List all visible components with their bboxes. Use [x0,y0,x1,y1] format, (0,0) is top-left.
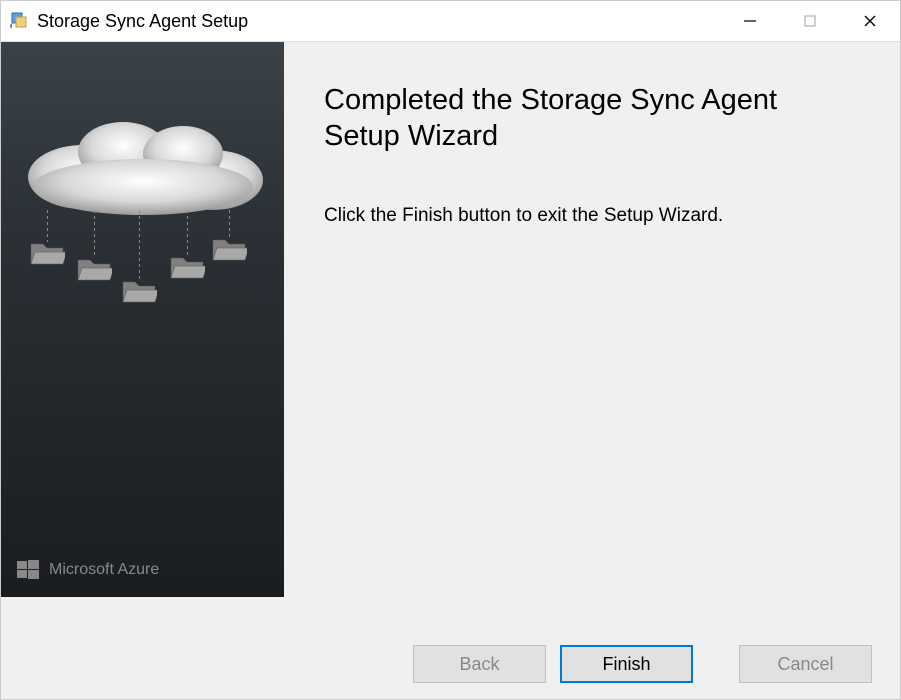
wizard-body-text: Click the Finish button to exit the Setu… [324,203,860,230]
cancel-button: Cancel [739,645,872,683]
content-area: Microsoft Azure Completed the Storage Sy… [1,41,900,629]
back-button: Back [413,645,546,683]
folder-icon [211,236,247,264]
wizard-heading: Completed the Storage Sync Agent Setup W… [324,82,860,155]
folder-icon [121,278,157,306]
azure-branding-text: Microsoft Azure [49,561,159,579]
folder-icon [169,254,205,282]
folder-icon [29,240,65,268]
titlebar-left: Storage Sync Agent Setup [9,11,248,32]
setup-wizard-window: Storage Sync Agent Setup [0,0,901,700]
window-controls [720,1,900,41]
folder-icon [76,256,112,284]
finish-button[interactable]: Finish [560,645,693,683]
folders-graphic [1,210,284,330]
close-button[interactable] [840,1,900,41]
window-title: Storage Sync Agent Setup [37,11,248,32]
maximize-button [780,1,840,41]
windows-logo-icon [17,559,39,581]
main-content: Completed the Storage Sync Agent Setup W… [284,42,900,629]
minimize-button[interactable] [720,1,780,41]
azure-branding: Microsoft Azure [17,559,159,581]
installer-icon [9,11,29,31]
titlebar: Storage Sync Agent Setup [1,1,900,41]
button-bar: Back Finish Cancel [1,629,900,699]
cloud-graphic [1,102,284,222]
side-banner: Microsoft Azure [1,42,284,597]
